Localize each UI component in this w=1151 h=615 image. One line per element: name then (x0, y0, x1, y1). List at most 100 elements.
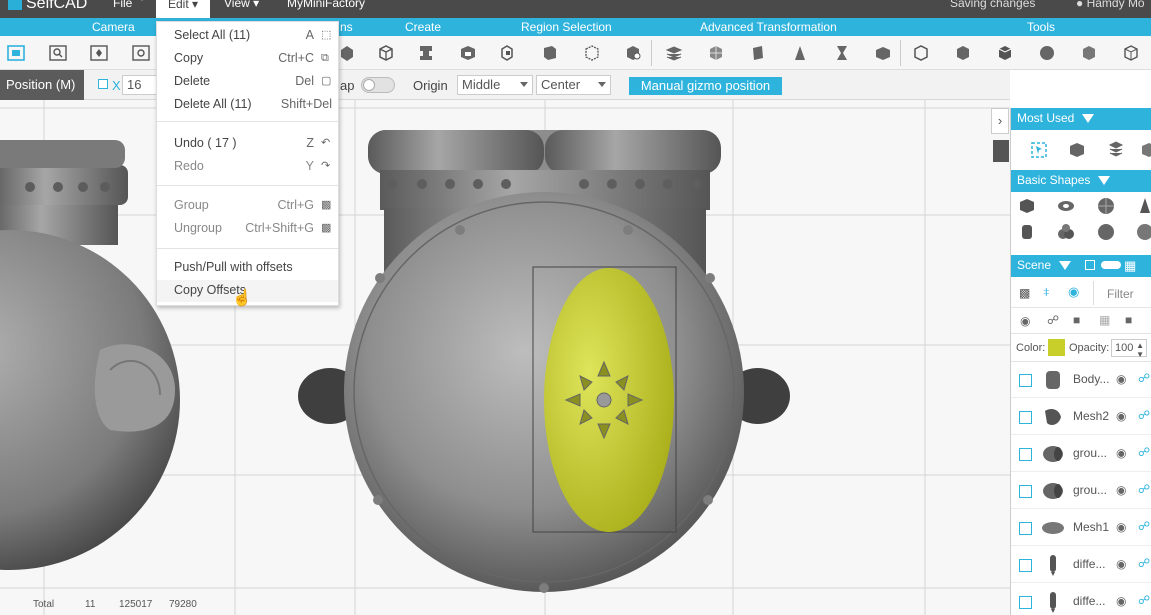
scene-item-checkbox[interactable] (1019, 411, 1032, 424)
panel-toggle-icon[interactable] (993, 140, 1009, 162)
scene-item-checkbox[interactable] (1019, 559, 1032, 572)
menu-group[interactable]: Group Ctrl+G ▩ (157, 195, 338, 217)
menu-delete[interactable]: Delete Del ▢ (157, 71, 338, 93)
menu-edit[interactable]: Edit ▾ (156, 0, 211, 18)
scene-header[interactable]: Scene ▦ (1011, 255, 1151, 277)
select-all-checkbox[interactable] (1085, 260, 1095, 270)
shape-sphere-icon[interactable] (1096, 196, 1116, 216)
scene-item-checkbox[interactable] (1019, 522, 1032, 535)
shape-more-icon[interactable] (1135, 222, 1151, 242)
eye-icon[interactable]: ◉ (1116, 446, 1126, 460)
position-mode-label[interactable]: Position (M) (0, 70, 84, 100)
stepper-icon[interactable]: ▲ ▼ (1136, 341, 1144, 359)
mesh-tool-icon[interactable] (703, 41, 729, 65)
eye-icon[interactable]: ◉ (1116, 557, 1126, 571)
wireframe-icon[interactable]: ▦ (1099, 313, 1110, 327)
category-tools[interactable]: Tools (1027, 20, 1055, 34)
lock-icon[interactable]: ☍ (1047, 313, 1059, 327)
align-select[interactable]: Center (536, 75, 611, 95)
transform-tool-icon[interactable] (745, 41, 771, 65)
most-used-header[interactable]: Most Used (1011, 108, 1151, 130)
cube-icon[interactable] (1067, 140, 1087, 160)
view-toggle[interactable] (1101, 261, 1121, 269)
opacity-input[interactable]: 100 ▲ ▼ (1111, 339, 1147, 359)
cube-small-icon[interactable]: ■ (1073, 313, 1080, 327)
menu-redo[interactable]: Redo Y ↷ (157, 156, 338, 178)
fit-view-icon[interactable] (3, 41, 29, 65)
menu-myminifactory[interactable]: MyMiniFactory (287, 0, 365, 10)
scene-item-checkbox[interactable] (1019, 596, 1032, 609)
eye-icon[interactable]: ◉ (1116, 483, 1126, 497)
color-swatch[interactable] (1048, 339, 1065, 356)
scene-item[interactable]: diffe... ◉ ☍ (1011, 584, 1151, 615)
menu-view[interactable]: View ▾ (224, 0, 259, 10)
eye-icon[interactable]: ◉ (1068, 284, 1079, 300)
unlock-icon[interactable]: ☍ (1138, 482, 1150, 496)
filter-input[interactable]: Filter (1093, 281, 1151, 305)
shape-tool-4-icon[interactable] (455, 41, 481, 65)
category-create[interactable]: Create (405, 20, 441, 34)
stack-icon[interactable] (1106, 140, 1126, 160)
tool-4-icon[interactable] (1034, 41, 1060, 65)
shape-tool-8-icon[interactable] (620, 41, 646, 65)
eye-icon[interactable]: ◉ (1116, 409, 1126, 423)
tool-3-icon[interactable] (992, 41, 1018, 65)
scene-item[interactable]: diffe... ◉ ☍ (1011, 547, 1151, 583)
category-advanced-transformation[interactable]: Advanced Transformation (700, 20, 837, 34)
shape-tool-5-icon[interactable] (494, 41, 520, 65)
tool-5-icon[interactable] (1076, 41, 1102, 65)
menu-delete-all[interactable]: Delete All (11) Shift+Del (157, 94, 338, 116)
select-tool-icon[interactable] (1029, 140, 1049, 160)
zoom-icon[interactable] (45, 41, 71, 65)
unlock-icon[interactable]: ☍ (1138, 593, 1150, 607)
shape-tool-6-icon[interactable] (537, 41, 563, 65)
category-partial[interactable]: ns (340, 20, 353, 34)
scene-item[interactable]: Mesh2 ◉ ☍ (1011, 399, 1151, 435)
shape-cylinder-icon[interactable] (1017, 222, 1037, 242)
x-axis-checkbox[interactable] (98, 79, 108, 89)
main-model[interactable] (298, 130, 790, 593)
viewport-canvas[interactable] (0, 100, 1010, 615)
chevron-right-icon[interactable]: › (991, 108, 1009, 134)
taper-tool-icon[interactable] (787, 41, 813, 65)
basic-shapes-header[interactable]: Basic Shapes (1011, 170, 1151, 192)
tool-1-icon[interactable] (908, 41, 934, 65)
grid-view-icon[interactable]: ▦ (1124, 258, 1136, 274)
3d-viewport[interactable] (0, 100, 1010, 615)
scene-item-checkbox[interactable] (1019, 485, 1032, 498)
shape-tool-3-icon[interactable] (413, 41, 439, 65)
left-model[interactable] (0, 140, 180, 570)
tool-6-icon[interactable] (1118, 41, 1144, 65)
scene-item[interactable]: grou... ◉ ☍ (1011, 436, 1151, 472)
menu-undo[interactable]: Undo ( 17 ) Z ↶ (157, 133, 338, 155)
scene-item[interactable]: grou... ◉ ☍ (1011, 473, 1151, 509)
menu-push-pull-offsets[interactable]: Push/Pull with offsets (157, 257, 338, 279)
tool-2-icon[interactable] (950, 41, 976, 65)
twist-tool-icon[interactable] (829, 41, 855, 65)
origin-select[interactable]: Middle (457, 75, 533, 95)
category-camera[interactable]: Camera (92, 20, 135, 34)
unlock-icon[interactable]: ☍ (1138, 519, 1150, 533)
snap-toggle[interactable] (361, 77, 395, 93)
cut-icon[interactable] (1139, 140, 1151, 160)
shape-cluster-icon[interactable] (1056, 222, 1076, 242)
eye-icon[interactable]: ◉ (1116, 372, 1126, 386)
shape-cone-icon[interactable] (1135, 196, 1151, 216)
shape-cube-icon[interactable] (1017, 196, 1037, 216)
shape-torus-icon[interactable] (1056, 196, 1076, 216)
eye-icon[interactable]: ◉ (1116, 594, 1126, 608)
bend-tool-icon[interactable] (870, 41, 896, 65)
scene-item[interactable]: Mesh1 ◉ ☍ (1011, 510, 1151, 546)
layers-tool-icon[interactable] (661, 41, 687, 65)
unlock-icon[interactable]: ☍ (1138, 408, 1150, 422)
category-region-selection[interactable]: Region Selection (521, 20, 612, 34)
menu-copy[interactable]: Copy Ctrl+C ⧉ (157, 48, 338, 70)
shapes-filter-icon[interactable]: ▩ (1019, 286, 1030, 300)
scene-item[interactable]: Body... ◉ ☍ (1011, 362, 1151, 398)
rotate-view-icon[interactable] (128, 41, 154, 65)
manual-gizmo-button[interactable]: Manual gizmo position (629, 77, 782, 95)
menu-select-all[interactable]: Select All (11) A ⬚ (157, 25, 338, 47)
x-value-input[interactable]: 16 (122, 75, 158, 95)
scene-item-checkbox[interactable] (1019, 448, 1032, 461)
pan-icon[interactable] (86, 41, 112, 65)
